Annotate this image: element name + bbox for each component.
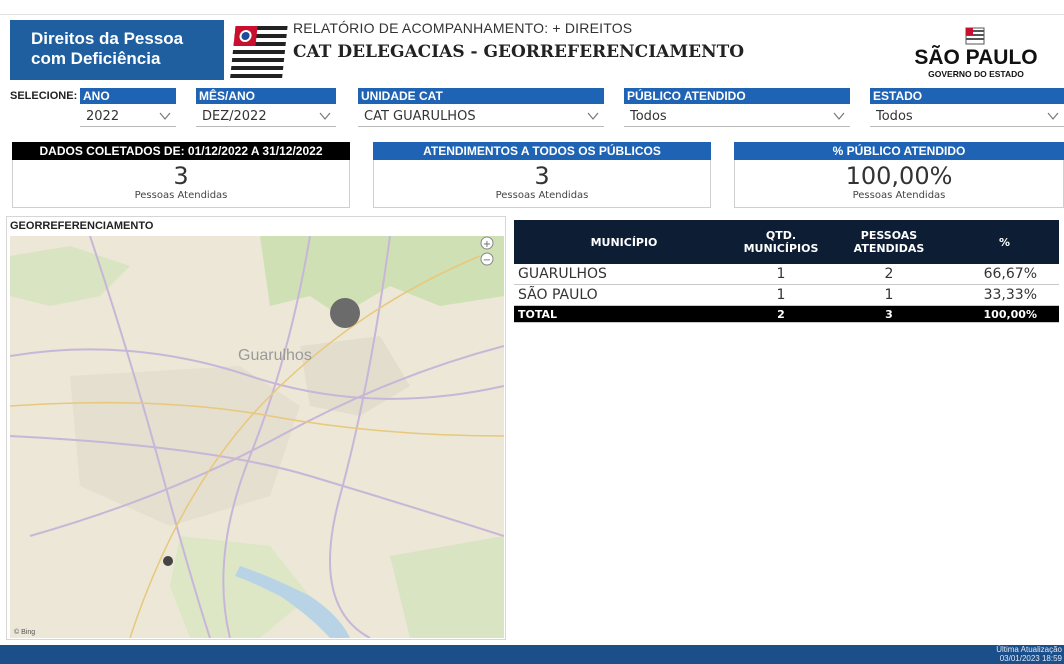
kpi-percent-value: 100,00% — [845, 162, 953, 190]
col-header-pessoas[interactable]: PESSOAS ATENDIDAS — [828, 220, 950, 264]
filter-publico-value: Todos — [630, 109, 667, 124]
kpi-all-label: Pessoas Atendidas — [495, 190, 589, 201]
last-update-value: 03/01/2023 18:59 — [999, 654, 1062, 663]
cell-pct: 66,67% — [950, 264, 1059, 285]
kpi-period-card: 3 Pessoas Atendidas — [12, 160, 350, 208]
cell-qtd: 1 — [734, 284, 828, 306]
col-header-pct[interactable]: % — [950, 220, 1059, 264]
filter-publico-header: PÚBLICO ATENDIDO — [624, 88, 850, 104]
table-row[interactable]: SÃO PAULO 1 1 33,33% — [514, 284, 1059, 306]
map-city-label: Guarulhos — [238, 347, 312, 364]
svg-text:GOVERNO DO ESTADO: GOVERNO DO ESTADO — [928, 69, 1024, 79]
filter-publico-select[interactable]: Todos — [624, 107, 850, 127]
cell-qtd: 1 — [734, 264, 828, 285]
table-row[interactable]: GUARULHOS 1 2 66,67% — [514, 264, 1059, 285]
kpi-period-value: 3 — [173, 162, 189, 190]
map-zoom-out-button[interactable]: − — [480, 252, 494, 266]
table-header-row: MUNICÍPIO QTD. MUNICÍPIOS PESSOAS ATENDI… — [514, 220, 1059, 264]
report-subtitle: RELATÓRIO DE ACOMPANHAMENTO: + DIREITOS — [293, 20, 633, 36]
chevron-down-icon — [1047, 112, 1059, 120]
zoom-in-symbol: + — [483, 239, 491, 250]
top-divider — [0, 14, 1064, 15]
sao-paulo-flag-icon — [230, 26, 288, 78]
map-attribution: © Bing — [14, 628, 35, 636]
table-total-row: TOTAL 2 3 100,00% — [514, 305, 1059, 323]
svg-text:SÃO PAULO: SÃO PAULO — [914, 46, 1037, 69]
map-title: GEORREFERENCIAMENTO — [10, 220, 154, 232]
filter-estado-value: Todos — [876, 109, 913, 124]
cell-municipio: SÃO PAULO — [514, 284, 734, 306]
total-qtd: 2 — [734, 305, 828, 323]
kpi-all-card: 3 Pessoas Atendidas — [373, 160, 711, 208]
chevron-down-icon — [159, 112, 171, 120]
brand-line-1: Direitos da Pessoa — [31, 29, 184, 48]
filter-mes-ano-header: MÊS/ANO — [196, 88, 336, 104]
kpi-period-header: DADOS COLETADOS DE: 01/12/2022 A 31/12/2… — [12, 142, 350, 160]
filter-ano-header: ANO — [80, 88, 176, 104]
kpi-percent-label: Pessoas Atendidas — [852, 190, 946, 201]
cell-pct: 33,33% — [950, 284, 1059, 306]
filter-ano-select[interactable]: 2022 — [80, 107, 176, 127]
total-pessoas: 3 — [828, 305, 950, 323]
filter-estado-select[interactable]: Todos — [870, 107, 1064, 127]
kpi-period-label: Pessoas Atendidas — [134, 190, 228, 201]
map-zoom-in-button[interactable]: + — [480, 236, 494, 250]
cell-municipio: GUARULHOS — [514, 264, 734, 285]
last-update: Última Atualização 03/01/2023 18:59 — [996, 645, 1062, 663]
report-title: CAT DELEGACIAS - GEORREFERENCIAMENTO — [293, 42, 745, 62]
georeference-map[interactable]: Guarulhos + − © Bing — [10, 236, 504, 638]
last-update-label: Última Atualização — [996, 645, 1062, 654]
kpi-all-header: ATENDIMENTOS A TODOS OS PÚBLICOS — [373, 142, 711, 160]
col-header-qtd[interactable]: QTD. MUNICÍPIOS — [734, 220, 828, 264]
municipios-table: MUNICÍPIO QTD. MUNICÍPIOS PESSOAS ATENDI… — [514, 220, 1059, 323]
cell-pessoas: 2 — [828, 264, 950, 285]
chevron-down-icon — [319, 112, 331, 120]
zoom-out-symbol: − — [483, 255, 491, 266]
chevron-down-icon — [833, 112, 845, 120]
filter-unidade-cat-header: UNIDADE CAT — [358, 88, 604, 104]
cell-pessoas: 1 — [828, 284, 950, 306]
footer-bar — [0, 645, 1064, 664]
filter-unidade-cat-value: CAT GUARULHOS — [364, 109, 476, 124]
filter-estado-header: ESTADO — [870, 88, 1064, 104]
filter-mes-ano-select[interactable]: DEZ/2022 — [196, 107, 336, 127]
selecione-label: SELECIONE: — [10, 90, 78, 102]
map-bubble-sao-paulo[interactable] — [163, 556, 173, 566]
kpi-percent-header: % PÚBLICO ATENDIDO — [734, 142, 1064, 160]
brand-line-2: com Deficiência — [31, 49, 161, 68]
brand-box: Direitos da Pessoa com Deficiência — [10, 20, 224, 80]
chevron-down-icon — [587, 112, 599, 120]
col-header-municipio[interactable]: MUNICÍPIO — [514, 220, 734, 264]
map-canvas: Guarulhos + − © Bing — [10, 236, 504, 638]
filter-ano-value: 2022 — [86, 109, 120, 124]
map-bubble-guarulhos[interactable] — [330, 298, 360, 328]
filter-unidade-cat-select[interactable]: CAT GUARULHOS — [358, 107, 604, 127]
governo-sao-paulo-logo: SÃO PAULO GOVERNO DO ESTADO — [914, 27, 1038, 79]
kpi-all-value: 3 — [534, 162, 550, 190]
filter-mes-ano-value: DEZ/2022 — [202, 109, 267, 124]
kpi-percent-card: 100,00% Pessoas Atendidas — [734, 160, 1064, 208]
total-pct: 100,00% — [950, 305, 1059, 323]
total-label: TOTAL — [514, 305, 734, 323]
